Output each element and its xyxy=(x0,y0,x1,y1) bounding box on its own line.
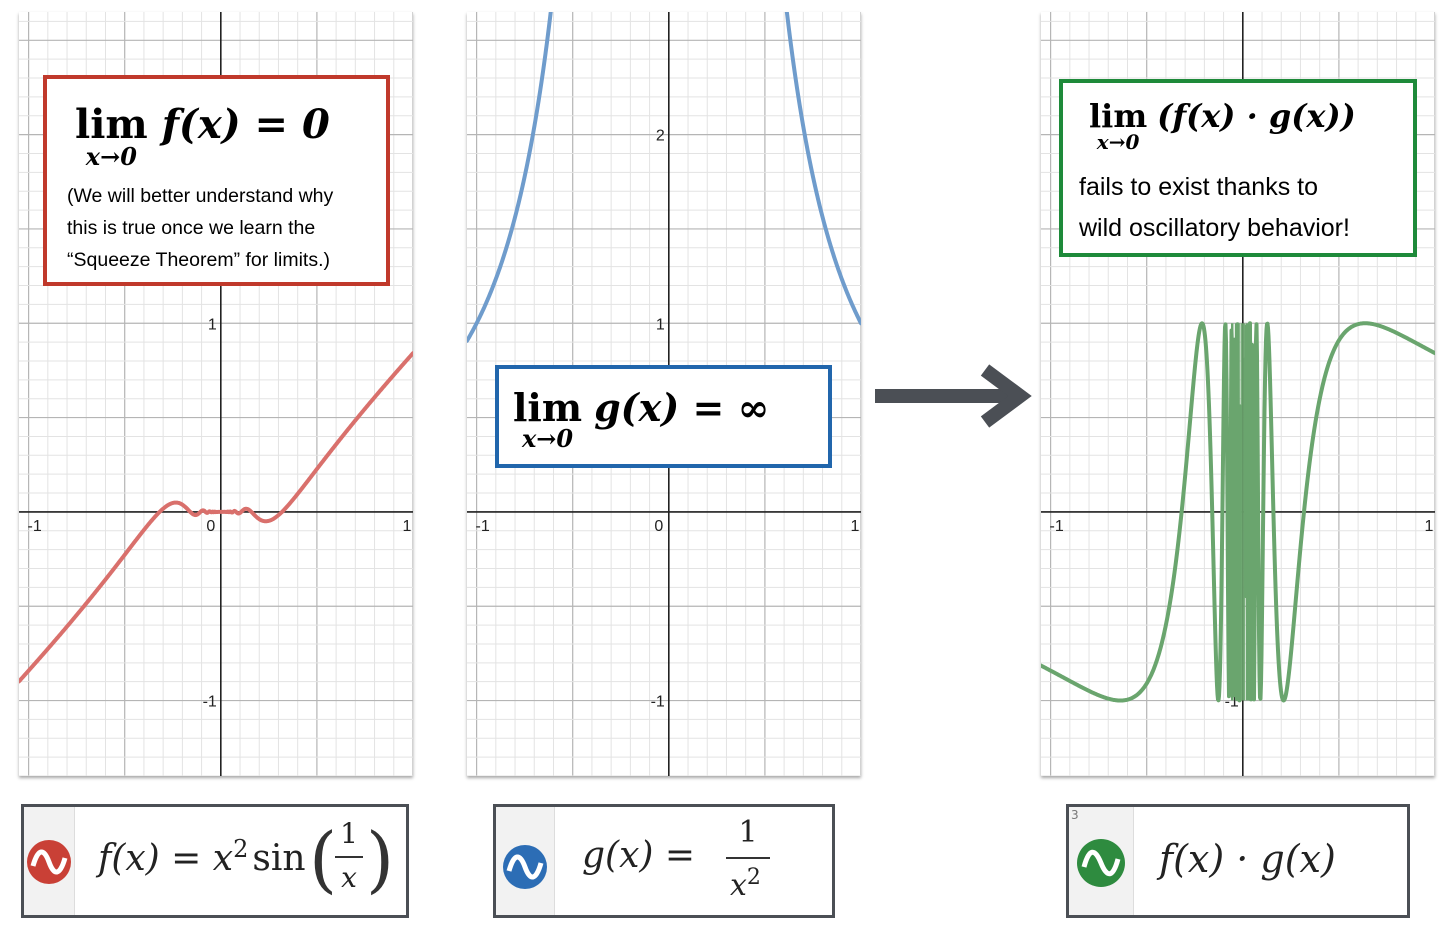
formula-g-den-base: x xyxy=(730,868,747,903)
arrow-right-icon xyxy=(875,364,1032,428)
y-tick-label: -1 xyxy=(203,694,217,711)
limit-box-f: lim x→0 f(x) = 0 (We will better understa… xyxy=(43,75,390,286)
lim-label: lim xyxy=(513,385,583,430)
formula-f-sin: sin xyxy=(252,838,306,879)
note-fg: fails to exist thanks to wild oscillator… xyxy=(1079,167,1350,249)
formula-strip: 3 xyxy=(1069,807,1134,915)
formula-f-lhs: f(x) = x xyxy=(98,838,234,879)
limit-expression-fg: lim x→0 (f(x) · g(x)) xyxy=(1089,97,1356,152)
limit-expression-f: lim x→0 f(x) = 0 xyxy=(75,101,330,169)
green-wave-icon xyxy=(1077,839,1125,887)
lim-label: lim xyxy=(1089,97,1148,135)
limit-value-fg: (f(x) · g(x)) xyxy=(1157,97,1356,135)
formula-g[interactable]: g(x) = 1 x2 xyxy=(493,804,835,918)
function-curve xyxy=(19,351,413,684)
lim-subscript: x→0 xyxy=(85,142,137,171)
lim-subscript: x→0 xyxy=(1096,130,1140,154)
x-tick-label: 1 xyxy=(851,518,860,535)
x-tick-label: -1 xyxy=(27,518,41,535)
formula-f-numerator: 1 xyxy=(340,817,358,850)
limit-value-f: f(x) = 0 xyxy=(161,101,330,148)
red-wave-icon xyxy=(27,840,71,884)
formula-fg-text: f(x) · g(x) xyxy=(1159,837,1336,881)
note-line-3: “Squeeze Theorem” for limits.) xyxy=(67,249,330,271)
function-curve xyxy=(467,12,553,343)
y-tick-label: 1 xyxy=(208,316,217,333)
formula-fg[interactable]: 3 f(x) · g(x) xyxy=(1066,804,1410,918)
formula-f-denominator: x xyxy=(341,861,357,894)
formula-f-exponent: 2 xyxy=(233,835,249,863)
formula-f-text: f(x) = x2 sin xyxy=(98,835,306,879)
limit-value-g: g(x) = ∞ xyxy=(594,385,770,430)
paren-left: ( xyxy=(309,817,338,901)
blue-wave-icon xyxy=(503,845,547,889)
formula-g-den-exponent: 2 xyxy=(746,865,761,890)
x-tick-label: 1 xyxy=(403,518,412,535)
x-tick-label: -1 xyxy=(1049,518,1063,535)
formula-g-lhs: g(x) = xyxy=(582,835,696,876)
y-tick-label: 1 xyxy=(656,316,665,333)
limit-box-fg: lim x→0 (f(x) · g(x)) fails to exist than… xyxy=(1059,79,1417,257)
paren-right: ) xyxy=(366,817,395,901)
note-line-2: this is true once we learn the xyxy=(67,217,316,239)
lim-subscript: x→0 xyxy=(521,424,574,453)
fraction-bar xyxy=(726,857,770,859)
note-line-1: (We will better understand why xyxy=(67,185,334,207)
y-tick-label: -1 xyxy=(651,694,665,711)
formula-strip xyxy=(24,807,75,915)
limit-box-g: lim x→0 g(x) = ∞ xyxy=(495,365,832,468)
formula-f[interactable]: f(x) = x2 sin ( 1 x ) xyxy=(21,804,409,918)
x-tick-label: 0 xyxy=(654,518,663,535)
x-tick-label: 1 xyxy=(1425,518,1434,535)
expression-number: 3 xyxy=(1071,808,1079,822)
limit-expression-g: lim x→0 g(x) = ∞ xyxy=(513,385,769,451)
formula-strip xyxy=(496,807,555,915)
note-line-1: fails to exist thanks to xyxy=(1079,173,1319,201)
x-tick-label: 0 xyxy=(206,518,215,535)
formula-g-numerator: 1 xyxy=(738,815,758,850)
note-f: (We will better understand why this is t… xyxy=(67,180,333,276)
fraction-bar xyxy=(335,856,363,858)
note-line-2: wild oscillatory behavior! xyxy=(1079,214,1350,242)
x-tick-label: -1 xyxy=(475,518,489,535)
lim-label: lim xyxy=(75,101,148,148)
formula-g-denominator: x2 xyxy=(730,865,761,903)
y-tick-label: 2 xyxy=(656,128,665,145)
